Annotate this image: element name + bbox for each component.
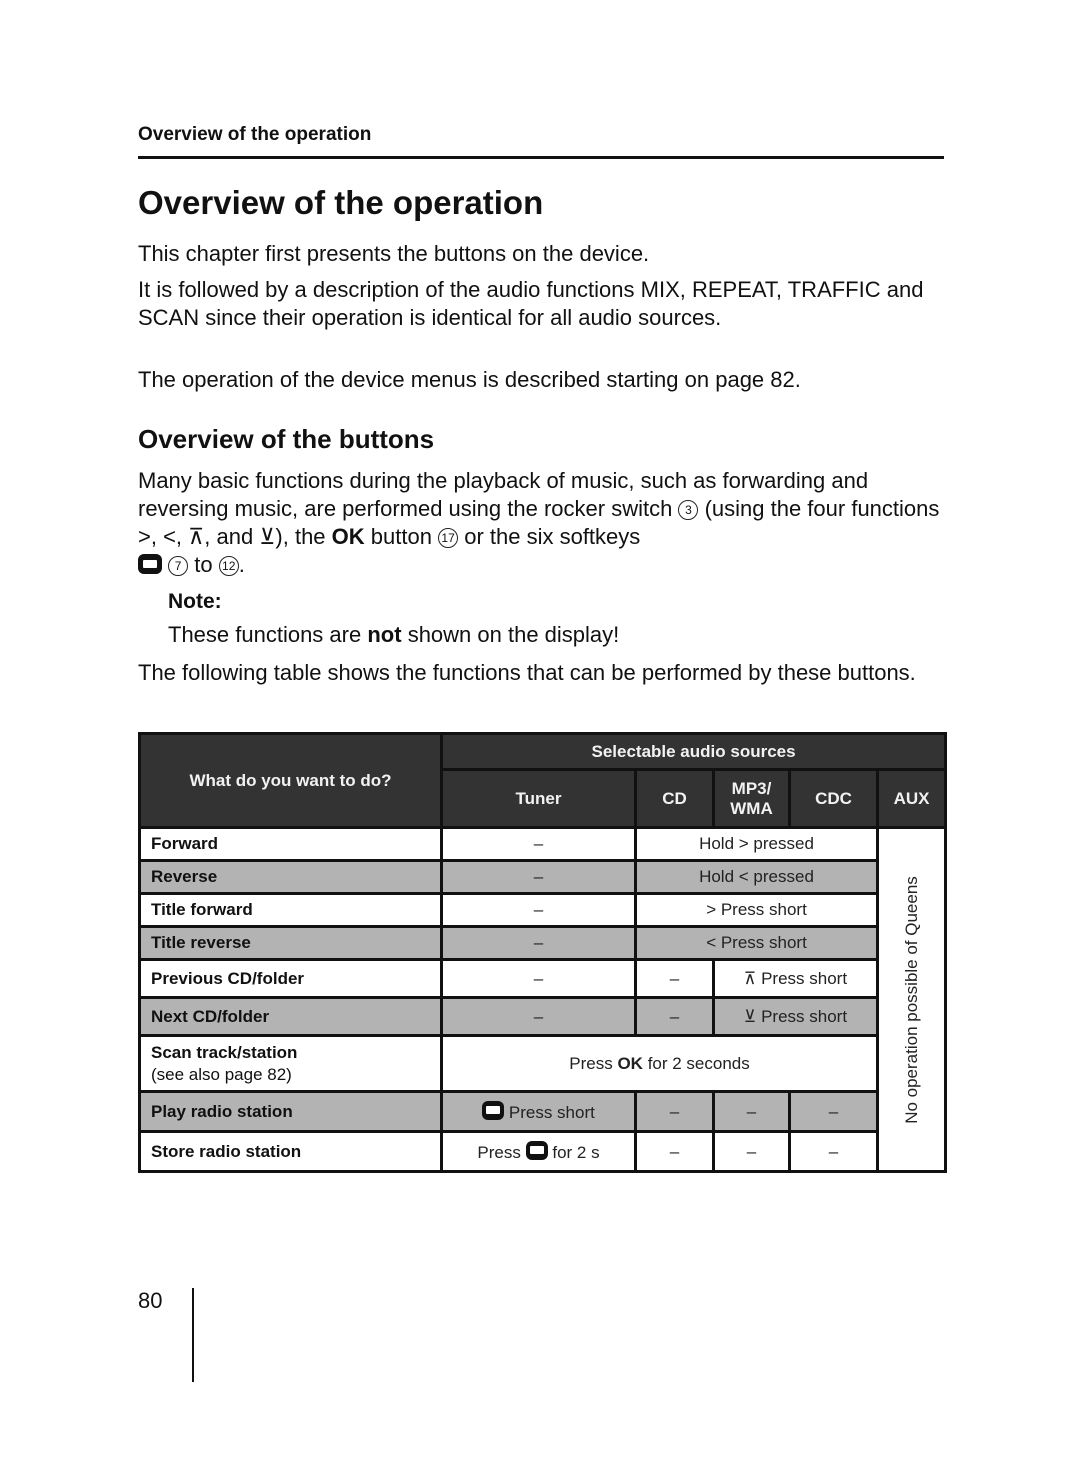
tuner-cell: – (440, 892, 637, 928)
page-number: 80 (138, 1288, 163, 1313)
table-row: Scan track/station (see also page 82) Pr… (138, 1034, 946, 1093)
ok-label: OK (617, 1053, 643, 1073)
text: Press (569, 1053, 613, 1073)
action-cell: Store radio station (138, 1130, 443, 1173)
header-sources: Selectable audio sources (439, 732, 948, 771)
cd-mp3-cdc-cell: Hold > pressed (634, 826, 879, 862)
text: for 2 s (552, 1142, 600, 1162)
text-bold: not (367, 622, 402, 647)
page-title: Overview of the operation (138, 184, 544, 221)
action-cell: Play radio station (138, 1090, 443, 1133)
header-tuner: Tuner (440, 768, 637, 829)
tuner-cell: – (440, 859, 637, 895)
header-rule (138, 156, 944, 159)
all-sources-cell: Press OK for 2 seconds (440, 1034, 879, 1093)
tuner-cell: – (440, 958, 637, 999)
mp3-cell: – (712, 1130, 791, 1173)
intro-paragraph-3: The operation of the device menus is des… (138, 367, 801, 392)
header-mp3-wma: MP3/ WMA (712, 768, 791, 829)
action-cell: Forward (138, 826, 443, 862)
aux-note: No operation possible of Queens (901, 875, 921, 1124)
action-cell: Reverse (138, 859, 443, 895)
cd-mp3-cdc-cell: Hold < pressed (634, 859, 879, 895)
softkey-icon (482, 1100, 505, 1120)
header-aux: AUX (875, 768, 948, 829)
header-cdc: CDC (788, 768, 879, 829)
action-sublabel: (see also page 82) (151, 1064, 292, 1084)
ref-softkey-to: 12 (218, 556, 239, 576)
intro-paragraph-2: It is followed by a description of the a… (138, 277, 924, 330)
action-cell: Previous CD/folder (138, 958, 443, 999)
tuner-cell: Press short (440, 1090, 637, 1133)
cd-mp3-cdc-cell: > Press short (634, 892, 879, 928)
text: ), the (275, 524, 326, 549)
action-cell: Next CD/folder (138, 996, 443, 1037)
functions-table: What do you want to do? Selectable audio… (138, 732, 948, 1173)
action-cell: Title reverse (138, 925, 443, 961)
table-row: Play radio station Press short – – – (138, 1090, 946, 1133)
text: shown on the display! (407, 622, 620, 647)
action-label: Scan track/station (151, 1042, 298, 1062)
table-row: Title reverse – < Press short (138, 925, 946, 961)
action-cell: Title forward (138, 892, 443, 928)
ref-softkey-from: 7 (168, 556, 189, 576)
cd-cell: – (634, 996, 715, 1037)
text: button (370, 524, 432, 549)
table-row: Forward – Hold > pressed No operation po… (138, 826, 948, 1173)
note-text: These functions are not shown on the dis… (168, 621, 978, 649)
buttons-paragraph: Many basic functions during the playback… (138, 468, 940, 577)
cd-cell: – (634, 1090, 715, 1133)
cdc-cell: – (788, 1130, 879, 1173)
header-action: What do you want to do? (138, 732, 443, 829)
cdc-cell: – (788, 1090, 879, 1133)
table-intro: The following table shows the functions … (138, 660, 916, 685)
cd-mp3-cdc-cell: < Press short (634, 925, 879, 961)
table-row: Store radio station Press for 2 s – – – (138, 1130, 946, 1173)
tuner-cell: – (440, 996, 637, 1037)
table-row: Previous CD/folder – – ⊼ Press short (138, 958, 946, 999)
text: These functions are (168, 622, 362, 647)
text: to (194, 552, 213, 577)
section-heading: Overview of the buttons (138, 424, 435, 454)
ref-ok-button: 17 (438, 528, 459, 548)
table-row: Reverse – Hold < pressed (138, 859, 946, 895)
action-cell: Scan track/station (see also page 82) (138, 1034, 443, 1093)
aux-cell: No operation possible of Queens (875, 826, 948, 1173)
softkey-icon (138, 554, 162, 574)
text: Press (477, 1142, 521, 1162)
mp3-cdc-cell: ⊻ Press short (712, 996, 879, 1037)
ok-label: OK (331, 524, 365, 549)
header-cd: CD (634, 768, 715, 829)
page-rule (192, 1288, 194, 1382)
mp3-cdc-cell: ⊼ Press short (712, 958, 879, 999)
mp3-cell: – (712, 1090, 791, 1133)
table-row: Title forward – > Press short (138, 892, 946, 928)
text: or the six softkeys (464, 524, 641, 549)
cd-cell: – (634, 1130, 715, 1173)
running-head: Overview of the operation (138, 124, 372, 145)
tuner-cell: – (440, 826, 637, 862)
rocker-functions: >, <, ⊼, and ⊻ (138, 524, 276, 549)
tuner-cell: – (440, 925, 637, 961)
intro-paragraph-1: This chapter first presents the buttons … (138, 241, 650, 266)
ref-rocker-switch: 3 (678, 500, 699, 520)
softkey-icon (525, 1140, 548, 1160)
table-row: Next CD/folder – – ⊻ Press short (138, 996, 946, 1037)
text: (using the four functions (704, 496, 940, 521)
cd-cell: – (634, 958, 715, 999)
tuner-cell: Press for 2 s (440, 1130, 637, 1173)
text: Press short (508, 1102, 595, 1122)
text: for 2 seconds (647, 1053, 750, 1073)
note-label: Note: (168, 590, 222, 613)
